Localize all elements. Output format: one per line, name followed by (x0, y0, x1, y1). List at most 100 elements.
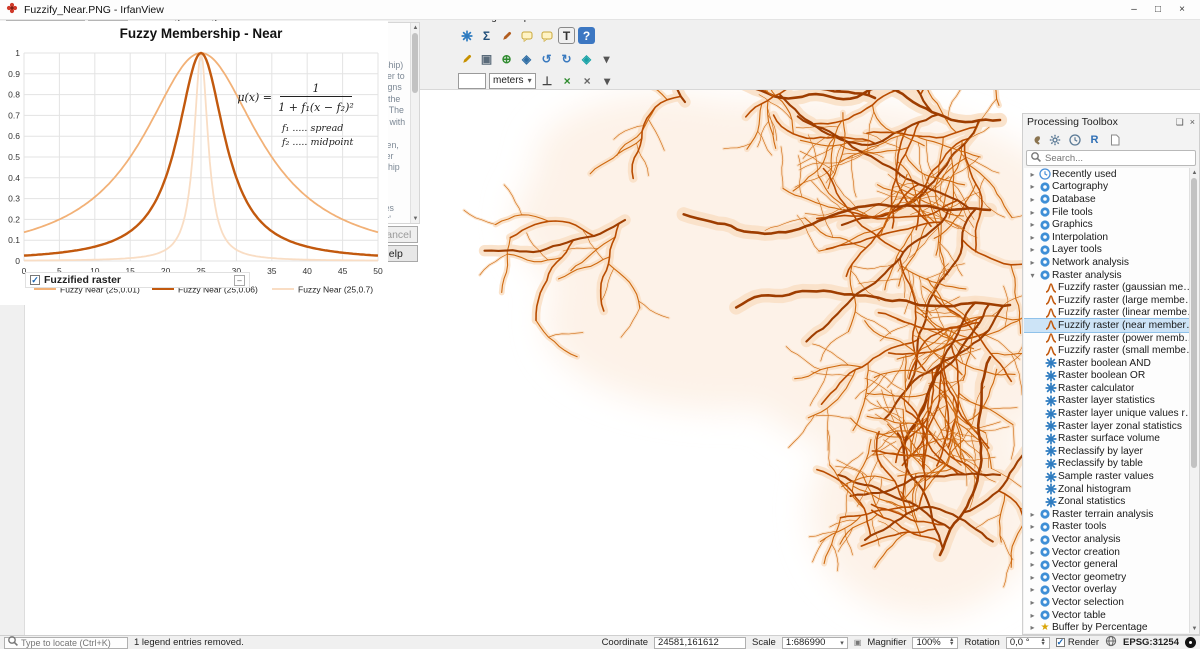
units-select[interactable]: meters ▾ (489, 73, 536, 89)
toolbox-item-fuzzify-raster-large-membership[interactable]: Fuzzify raster (large membership) (1024, 294, 1198, 307)
render-checkbox[interactable]: ✓ (1056, 638, 1065, 647)
toolbox-item-raster-layer-zonal-statistics[interactable]: Raster layer zonal statistics (1024, 420, 1198, 433)
toolbox-item-fuzzify-raster-power-membership[interactable]: Fuzzify raster (power membership) (1024, 332, 1198, 345)
processing-toolbox-icon[interactable] (458, 27, 475, 44)
coordinate-field[interactable]: 24581,161612 (654, 637, 746, 649)
toolbox-item-network-analysis[interactable]: ▸Network analysis (1024, 256, 1198, 269)
save-edits-icon[interactable]: ▣ (478, 50, 495, 67)
chevron-right-icon[interactable]: ▸ (1027, 548, 1038, 557)
toolbox-item-zonal-statistics[interactable]: Zonal statistics (1024, 495, 1198, 508)
toolbox-item-zonal-histogram[interactable]: Zonal histogram (1024, 483, 1198, 496)
toolbox-models-icon[interactable] (1047, 132, 1062, 147)
chevron-down-icon[interactable]: ▾ (1027, 271, 1038, 280)
chevron-right-icon[interactable]: ▸ (1027, 522, 1038, 531)
chevron-right-icon[interactable]: ▸ (1027, 510, 1038, 519)
toolbox-options-icon[interactable] (1107, 132, 1122, 147)
toolbox-search[interactable] (1026, 150, 1196, 166)
toolbox-item-raster-terrain-analysis[interactable]: ▸Raster terrain analysis (1024, 508, 1198, 521)
toolbox-item-file-tools[interactable]: ▸File tools (1024, 206, 1198, 219)
chevron-right-icon[interactable]: ▸ (1027, 208, 1038, 217)
toolbox-item-fuzzify-raster-small-membership[interactable]: Fuzzify raster (small membership) (1024, 344, 1198, 357)
spin-arrows[interactable]: ▲▼ (1040, 639, 1045, 646)
add-feature-icon[interactable]: ⊕ (498, 50, 515, 67)
toolbox-item-raster-tools[interactable]: ▸Raster tools (1024, 521, 1198, 534)
edit-pencil-icon[interactable] (498, 27, 515, 44)
scroll-down-icon[interactable]: ▼ (1190, 624, 1198, 633)
toolbox-history-icon[interactable] (1067, 132, 1082, 147)
toolbox-item-buffer-by-percentage[interactable]: ▸★Buffer by Percentage (1024, 621, 1198, 633)
form-annotation-icon[interactable] (538, 27, 555, 44)
toolbox-item-fuzzify-raster-gaussian-membership[interactable]: Fuzzify raster (gaussian membership) (1024, 281, 1198, 294)
toolbox-item-raster-calculator[interactable]: Raster calculator (1024, 382, 1198, 395)
toolbox-item-raster-analysis[interactable]: ▾Raster analysis (1024, 269, 1198, 282)
toolbox-item-database[interactable]: ▸Database (1024, 193, 1198, 206)
toolbox-item-fuzzify-raster-near-membership[interactable]: Fuzzify raster (near membership) (1024, 319, 1198, 332)
chevron-right-icon[interactable]: ▸ (1027, 623, 1038, 632)
toolbox-item-sample-raster-values[interactable]: Sample raster values (1024, 470, 1198, 483)
scroll-up-icon[interactable]: ▲ (1190, 168, 1198, 177)
toolbox-item-fuzzify-raster-linear-membership[interactable]: Fuzzify raster (linear membership) (1024, 307, 1198, 320)
layer-visibility-checkbox[interactable]: ✓ (30, 275, 40, 285)
legend-collapse-icon[interactable]: – (234, 275, 245, 286)
toolbox-item-reclassify-by-layer[interactable]: Reclassify by layer (1024, 445, 1198, 458)
toolbox-item-vector-general[interactable]: ▸Vector general (1024, 558, 1198, 571)
minimize-button[interactable]: – (1122, 2, 1146, 18)
toolbox-wrench-icon[interactable] (1027, 132, 1042, 147)
toolbox-item-vector-selection[interactable]: ▸Vector selection (1024, 596, 1198, 609)
dropdown-arrow-icon[interactable]: ▾ (598, 50, 615, 67)
float-panel-icon[interactable]: ❏ (1176, 117, 1184, 128)
chevron-right-icon[interactable]: ▸ (1027, 182, 1038, 191)
toolbox-item-cartography[interactable]: ▸Cartography (1024, 181, 1198, 194)
toolbox-item-raster-boolean-and[interactable]: Raster boolean AND (1024, 357, 1198, 370)
scroll-down-icon[interactable]: ▼ (411, 214, 420, 223)
help-icon[interactable]: ? (578, 27, 595, 44)
chevron-right-icon[interactable]: ▸ (1027, 245, 1038, 254)
redo-icon[interactable]: ↻ (558, 50, 575, 67)
toolbox-item-vector-analysis[interactable]: ▸Vector analysis (1024, 533, 1198, 546)
toolbox-item-raster-layer-unique-values-report[interactable]: Raster layer unique values report (1024, 407, 1198, 420)
snapping-tolerance-input[interactable] (458, 73, 486, 89)
toolbox-item-raster-layer-statistics[interactable]: Raster layer statistics (1024, 395, 1198, 408)
chevron-right-icon[interactable]: ▸ (1027, 573, 1038, 582)
chevron-right-icon[interactable]: ▸ (1027, 233, 1038, 242)
toggle-editing-icon[interactable] (458, 50, 475, 67)
toolbox-item-reclassify-by-table[interactable]: Reclassify by table (1024, 458, 1198, 471)
toolbox-item-vector-creation[interactable]: ▸Vector creation (1024, 546, 1198, 559)
chevron-right-icon[interactable]: ▸ (1027, 170, 1038, 179)
close-button[interactable]: × (1170, 2, 1194, 18)
undo-icon[interactable]: ↺ (538, 50, 555, 67)
toolbox-item-graphics[interactable]: ▸Graphics (1024, 218, 1198, 231)
chevron-right-icon[interactable]: ▸ (1027, 585, 1038, 594)
toolbox-item-raster-boolean-or[interactable]: Raster boolean OR (1024, 370, 1198, 383)
text-annotation-icon[interactable]: T (558, 27, 575, 44)
tracing-icon[interactable]: × (579, 72, 596, 89)
dropdown-arrow-icon[interactable]: ▾ (599, 72, 616, 89)
toolbox-item-vector-overlay[interactable]: ▸Vector overlay (1024, 584, 1198, 597)
chevron-right-icon[interactable]: ▸ (1027, 598, 1038, 607)
locate-input[interactable] (21, 638, 125, 648)
locate-box[interactable] (4, 637, 128, 649)
statistics-icon[interactable]: Σ (478, 27, 495, 44)
toolbox-item-vector-geometry[interactable]: ▸Vector geometry (1024, 571, 1198, 584)
toolbox-item-layer-tools[interactable]: ▸Layer tools (1024, 244, 1198, 257)
select-features-icon[interactable]: ◈ (578, 50, 595, 67)
rotation-spinbox[interactable]: 0,0 ° ▲▼ (1006, 637, 1050, 649)
epsg-badge[interactable]: EPSG:31254 (1123, 637, 1179, 648)
toolbox-item-recently-used[interactable]: ▸Recently used (1024, 168, 1198, 181)
layer-name[interactable]: Fuzzified raster (44, 274, 121, 286)
vertex-tool-icon[interactable]: ◈ (518, 50, 535, 67)
chevron-right-icon[interactable]: ▸ (1027, 611, 1038, 620)
toolbox-scrollbar[interactable]: ▲ ▼ (1189, 168, 1198, 633)
chevron-right-icon[interactable]: ▸ (1027, 535, 1038, 544)
chevron-right-icon[interactable]: ▸ (1027, 560, 1038, 569)
toolbox-r-icon[interactable]: R (1087, 132, 1102, 147)
chevron-right-icon[interactable]: ▸ (1027, 220, 1038, 229)
toolbox-item-interpolation[interactable]: ▸Interpolation (1024, 231, 1198, 244)
toolbox-search-input[interactable] (1045, 153, 1175, 164)
chevron-right-icon[interactable]: ▸ (1027, 258, 1038, 267)
irfanview-titlebar[interactable]: Fuzzify_Near.PNG - IrfanView – □ × (0, 0, 1200, 20)
perpendicular-snap-icon[interactable]: ⊥ (539, 72, 556, 89)
annotation-bubble-icon[interactable] (518, 27, 535, 44)
magnifier-spinbox[interactable]: 100% ▲▼ (912, 637, 958, 649)
toolbox-item-raster-surface-volume[interactable]: Raster surface volume (1024, 432, 1198, 445)
